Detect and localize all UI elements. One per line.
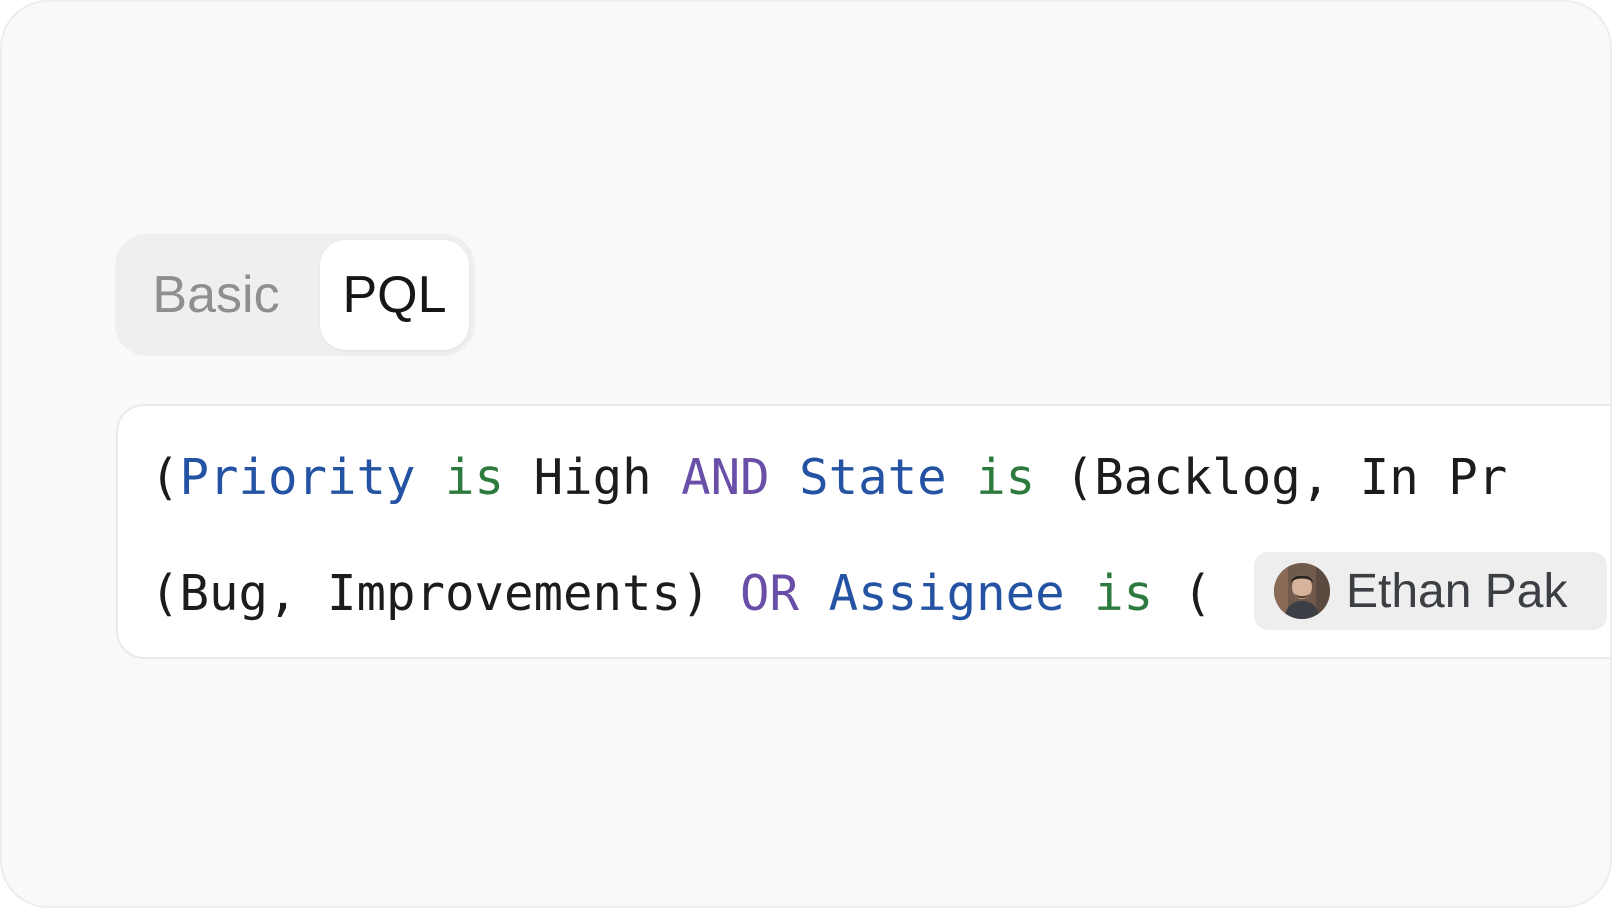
operator-is: is <box>976 449 1036 506</box>
value-state-list: (Backlog, In Pr <box>1064 449 1508 506</box>
tab-pql[interactable]: PQL <box>320 240 469 350</box>
value-type-list: (Bug, Improvements) <box>150 565 711 622</box>
query-line-2: (Bug, Improvements) OR Assignee is ( <box>150 564 1212 624</box>
field-assignee: Assignee <box>828 565 1065 622</box>
filter-mode-toggle: Basic PQL <box>115 234 475 356</box>
chip-label: Ethan Pak <box>1346 564 1568 618</box>
avatar-photo-icon <box>1274 563 1330 619</box>
pql-query-editor[interactable]: (Priority is High AND State is (Backlog,… <box>116 404 1610 659</box>
avatar <box>1274 563 1330 619</box>
user-chip-ethan-pak[interactable]: Ethan Pak <box>1254 552 1608 630</box>
field-state: State <box>799 449 947 506</box>
logic-and: AND <box>681 449 770 506</box>
operator-is: is <box>1094 565 1154 622</box>
query-line-1: (Priority is High AND State is (Backlog,… <box>150 448 1507 508</box>
open-paren: ( <box>1182 565 1213 622</box>
filter-card: Basic PQL (Priority is High AND State is… <box>0 0 1612 908</box>
operator-is: is <box>445 449 505 506</box>
open-paren: ( <box>150 449 180 506</box>
tab-basic[interactable]: Basic <box>121 240 311 350</box>
field-priority: Priority <box>179 449 416 506</box>
value-high: High <box>533 449 652 506</box>
logic-or: OR <box>740 565 800 622</box>
